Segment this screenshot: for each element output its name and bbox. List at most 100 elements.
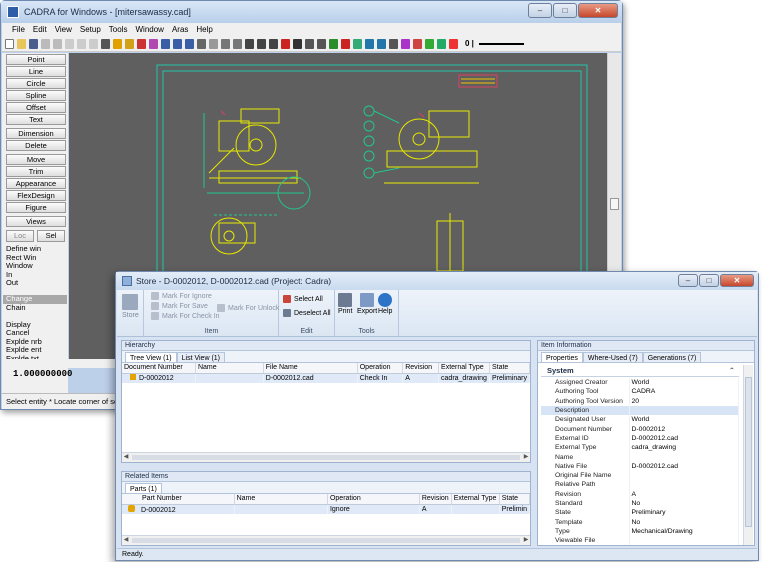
box-icon[interactable] <box>281 38 290 49</box>
delete-button[interactable]: Delete <box>6 140 66 151</box>
info-icon[interactable] <box>137 38 146 49</box>
dimension-button[interactable]: Dimension <box>6 128 66 139</box>
circle-button[interactable]: Circle <box>6 78 66 89</box>
col-part-name[interactable]: Name <box>234 494 328 505</box>
property-row[interactable]: Native File D-0002012.cad <box>541 461 739 471</box>
measure-icon[interactable] <box>149 38 158 49</box>
property-row[interactable]: Template No <box>541 517 739 527</box>
mark-ignore-button[interactable]: Mark For Ignore <box>151 292 212 300</box>
scroll-thumb[interactable] <box>610 198 619 210</box>
menu-edit[interactable]: Edit <box>33 23 47 36</box>
property-value[interactable]: D-0002012.cad <box>629 461 739 471</box>
property-row[interactable]: Standard No <box>541 498 739 509</box>
property-row[interactable]: Assigned Creator World <box>541 378 739 388</box>
tab-generations[interactable]: Generations (7) <box>642 352 702 362</box>
property-value[interactable] <box>629 452 739 462</box>
ortho-icon[interactable] <box>389 38 398 49</box>
tab-properties[interactable]: Properties <box>541 352 583 362</box>
flexdesign-button[interactable]: FlexDesign <box>6 190 66 201</box>
hierarchy-scroll-thumb[interactable] <box>132 455 520 460</box>
col-file-name[interactable]: File Name <box>263 363 358 374</box>
out-command[interactable]: Out <box>6 278 18 288</box>
property-value[interactable]: A <box>629 489 739 499</box>
tab-tree-view[interactable]: Tree View (1) <box>125 352 177 362</box>
help-button[interactable]: Help <box>378 293 392 315</box>
style-icon[interactable] <box>401 38 410 49</box>
system-section-header[interactable]: System ⌃ <box>541 365 739 377</box>
property-value[interactable]: World <box>629 415 739 425</box>
col-part-state[interactable]: State <box>499 494 531 505</box>
undo-icon[interactable] <box>77 38 86 49</box>
property-row[interactable]: Authoring Tool Version 20 <box>541 396 739 406</box>
col-external-type[interactable]: External Type <box>438 363 490 374</box>
snap-icon[interactable] <box>329 38 338 49</box>
col-state[interactable]: State <box>489 363 531 374</box>
layer-icon[interactable] <box>125 38 134 49</box>
view-icon[interactable] <box>365 38 374 49</box>
text-icon[interactable] <box>293 38 302 49</box>
properties-vscroll[interactable] <box>743 365 753 545</box>
table-row[interactable]: D-0002012 D-0002012.cad Check In A cadra… <box>122 373 531 383</box>
property-row[interactable]: Document Number D-0002012 <box>541 424 739 434</box>
offset-button[interactable]: Offset <box>6 102 66 113</box>
property-value[interactable]: No <box>629 517 739 527</box>
tab-where-used[interactable]: Where-Used (7) <box>582 352 643 362</box>
save-icon[interactable] <box>29 38 38 49</box>
property-row[interactable]: Viewable File <box>541 536 739 546</box>
mark-checkin-button[interactable]: Mark For Check In <box>151 312 220 320</box>
redo-icon[interactable] <box>89 38 98 49</box>
aras-icon[interactable] <box>437 38 446 49</box>
line-width-slider[interactable] <box>478 42 524 45</box>
property-value[interactable]: World <box>629 378 739 388</box>
text-button[interactable]: Text <box>6 114 66 125</box>
export-button[interactable]: Export <box>357 293 377 315</box>
layout-icon[interactable] <box>377 38 386 49</box>
collapse-icon[interactable]: ⌃ <box>729 365 735 377</box>
properties-scroll-thumb[interactable] <box>745 377 752 527</box>
col-part-external-type[interactable]: External Type <box>451 494 500 505</box>
spline-button[interactable]: Spline <box>6 90 66 101</box>
store-minimize-button[interactable]: – <box>678 274 698 287</box>
col-part-revision[interactable]: Revision <box>419 494 452 505</box>
zoom-out-icon[interactable] <box>173 38 182 49</box>
table-row[interactable]: D-0002012 Ignore A Prelimin <box>122 504 531 514</box>
print-icon[interactable] <box>101 38 110 49</box>
store-ribbon-button[interactable]: Store <box>122 294 139 319</box>
minimize-button[interactable]: – <box>528 3 552 18</box>
store-title-bar[interactable]: Store - D-0002012, D-0002012.cad (Projec… <box>116 272 758 290</box>
deselect-all-button[interactable]: Deselect All <box>283 309 331 317</box>
property-value[interactable] <box>629 470 739 481</box>
property-value[interactable]: cadra_drawing <box>629 443 739 453</box>
menu-help[interactable]: Help <box>196 23 212 36</box>
related-scroll-thumb[interactable] <box>132 538 520 543</box>
zoom-window-icon[interactable] <box>185 38 194 49</box>
mark-unlock-button[interactable]: Mark For Unlock <box>217 304 279 312</box>
property-value[interactable]: D-0002012 <box>629 424 739 434</box>
color-icon[interactable] <box>413 38 422 49</box>
figure-button[interactable]: Figure <box>6 202 66 213</box>
select-all-button[interactable]: Select All <box>283 295 323 303</box>
property-row[interactable]: External Type cadra_drawing <box>541 443 739 453</box>
col-operation[interactable]: Operation <box>357 363 404 374</box>
arc-icon[interactable] <box>317 38 326 49</box>
select-icon[interactable] <box>209 38 218 49</box>
col-document-number[interactable]: Document Number <box>122 363 196 374</box>
new-icon[interactable] <box>5 38 14 49</box>
pen-icon[interactable] <box>113 38 122 49</box>
sel-button[interactable]: Sel <box>37 230 65 242</box>
command-input[interactable]: 1.000000000 <box>13 369 72 379</box>
property-value[interactable]: D-0002012.cad <box>629 433 739 444</box>
col-revision[interactable]: Revision <box>402 363 440 374</box>
menu-tools[interactable]: Tools <box>109 23 128 36</box>
paste-icon[interactable] <box>65 38 74 49</box>
circle-icon[interactable] <box>257 38 266 49</box>
property-row[interactable]: Designated User World <box>541 415 739 425</box>
copy-icon[interactable] <box>53 38 62 49</box>
line-button[interactable]: Line <box>6 66 66 77</box>
property-row[interactable]: State Preliminary <box>541 508 739 518</box>
col-part-operation[interactable]: Operation <box>327 494 420 505</box>
property-value[interactable] <box>629 480 739 490</box>
property-row[interactable]: Authoring Tool CADRA <box>541 387 739 397</box>
menu-window[interactable]: Window <box>135 23 163 36</box>
property-row[interactable]: Relative Path <box>541 480 739 490</box>
